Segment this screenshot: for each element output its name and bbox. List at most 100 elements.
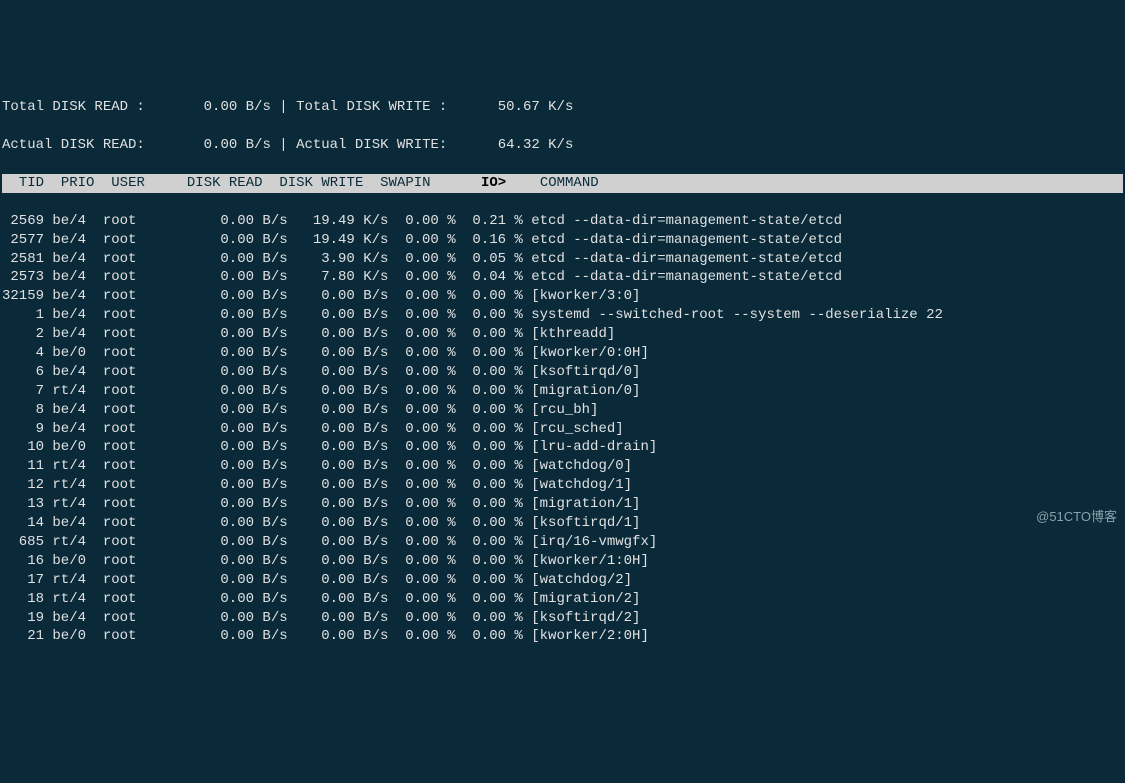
cell-user: root: [103, 287, 187, 306]
process-row[interactable]: 18 rt/4 root0.00 B/s0.00 B/s0.00 %0.00 %…: [2, 590, 1123, 609]
process-row[interactable]: 8 be/4 root0.00 B/s0.00 B/s0.00 %0.00 %[…: [2, 401, 1123, 420]
cell-prio: rt/4: [52, 457, 94, 476]
process-row[interactable]: 17 rt/4 root0.00 B/s0.00 B/s0.00 %0.00 %…: [2, 571, 1123, 590]
cell-tid: 16: [2, 552, 44, 571]
cell-disk-read: 0.00 B/s: [187, 325, 288, 344]
cell-io: 0.05 %: [456, 250, 523, 269]
cell-disk-write: 0.00 B/s: [288, 438, 389, 457]
process-row[interactable]: 12 rt/4 root0.00 B/s0.00 B/s0.00 %0.00 %…: [2, 476, 1123, 495]
column-header-row[interactable]: TID PRIO USER DISK READ DISK WRITE SWAPI…: [2, 174, 1123, 193]
cell-io: 0.21 %: [456, 212, 523, 231]
header-disk-write[interactable]: DISK WRITE: [279, 175, 363, 191]
cell-command: systemd --switched-root --system --deser…: [523, 306, 943, 325]
process-row[interactable]: 2581 be/4 root0.00 B/s3.90 K/s0.00 %0.05…: [2, 250, 1123, 269]
cell-command: [kthreadd]: [523, 325, 615, 344]
cell-io: 0.00 %: [456, 590, 523, 609]
cell-tid: 21: [2, 627, 44, 646]
process-row[interactable]: 685 rt/4 root0.00 B/s0.00 B/s0.00 %0.00 …: [2, 533, 1123, 552]
process-row[interactable]: 16 be/0 root0.00 B/s0.00 B/s0.00 %0.00 %…: [2, 552, 1123, 571]
cell-disk-write: 0.00 B/s: [288, 306, 389, 325]
header-command[interactable]: COMMAND: [540, 175, 599, 191]
cell-prio: be/4: [52, 401, 94, 420]
process-row[interactable]: 32159 be/4 root0.00 B/s0.00 B/s0.00 %0.0…: [2, 287, 1123, 306]
cell-disk-write: 0.00 B/s: [288, 457, 389, 476]
process-row[interactable]: 10 be/0 root0.00 B/s0.00 B/s0.00 %0.00 %…: [2, 438, 1123, 457]
process-row[interactable]: 6 be/4 root0.00 B/s0.00 B/s0.00 %0.00 %[…: [2, 363, 1123, 382]
process-row[interactable]: 4 be/0 root0.00 B/s0.00 B/s0.00 %0.00 %[…: [2, 344, 1123, 363]
cell-disk-read: 0.00 B/s: [187, 514, 288, 533]
cell-disk-write: 0.00 B/s: [288, 287, 389, 306]
cell-swapin: 0.00 %: [388, 306, 455, 325]
process-row[interactable]: 13 rt/4 root0.00 B/s0.00 B/s0.00 %0.00 %…: [2, 495, 1123, 514]
process-row[interactable]: 7 rt/4 root0.00 B/s0.00 B/s0.00 %0.00 %[…: [2, 382, 1123, 401]
process-row[interactable]: 11 rt/4 root0.00 B/s0.00 B/s0.00 %0.00 %…: [2, 457, 1123, 476]
header-swapin[interactable]: SWAPIN: [380, 175, 430, 191]
cell-command: [irq/16-vmwgfx]: [523, 533, 657, 552]
cell-swapin: 0.00 %: [388, 231, 455, 250]
process-row[interactable]: 2573 be/4 root0.00 B/s7.80 K/s0.00 %0.04…: [2, 268, 1123, 287]
cell-disk-read: 0.00 B/s: [187, 438, 288, 457]
cell-disk-read: 0.00 B/s: [187, 457, 288, 476]
process-row[interactable]: 14 be/4 root0.00 B/s0.00 B/s0.00 %0.00 %…: [2, 514, 1123, 533]
cell-user: root: [103, 609, 187, 628]
cell-command: [migration/0]: [523, 382, 641, 401]
header-tid[interactable]: TID: [19, 175, 44, 191]
cell-prio: be/0: [52, 627, 94, 646]
cell-io: 0.00 %: [456, 495, 523, 514]
cell-command: etcd --data-dir=management-state/etcd: [523, 250, 842, 269]
cell-tid: 6: [2, 363, 44, 382]
process-row[interactable]: 2569 be/4 root0.00 B/s19.49 K/s0.00 %0.2…: [2, 212, 1123, 231]
cell-user: root: [103, 438, 187, 457]
cell-disk-read: 0.00 B/s: [187, 571, 288, 590]
cell-tid: 32159: [2, 287, 44, 306]
cell-tid: 9: [2, 420, 44, 439]
cell-io: 0.00 %: [456, 457, 523, 476]
cell-prio: rt/4: [52, 495, 94, 514]
cell-disk-read: 0.00 B/s: [187, 231, 288, 250]
cell-io: 0.00 %: [456, 552, 523, 571]
header-io-sort[interactable]: IO>: [481, 175, 506, 191]
header-user[interactable]: USER: [111, 175, 145, 191]
cell-prio: be/4: [52, 250, 94, 269]
cell-disk-read: 0.00 B/s: [187, 590, 288, 609]
cell-user: root: [103, 268, 187, 287]
cell-command: [kworker/2:0H]: [523, 627, 649, 646]
cell-command: etcd --data-dir=management-state/etcd: [523, 231, 842, 250]
process-row[interactable]: 21 be/0 root0.00 B/s0.00 B/s0.00 %0.00 %…: [2, 627, 1123, 646]
process-row[interactable]: 1 be/4 root0.00 B/s0.00 B/s0.00 %0.00 %s…: [2, 306, 1123, 325]
header-disk-read[interactable]: DISK READ: [187, 175, 263, 191]
cell-prio: be/4: [52, 231, 94, 250]
cell-tid: 4: [2, 344, 44, 363]
cell-tid: 2577: [2, 231, 44, 250]
cell-disk-write: 0.00 B/s: [288, 382, 389, 401]
cell-user: root: [103, 476, 187, 495]
actual-write-value: 64.32 K/s: [498, 137, 574, 153]
process-row[interactable]: 2577 be/4 root0.00 B/s19.49 K/s0.00 %0.1…: [2, 231, 1123, 250]
cell-disk-read: 0.00 B/s: [187, 344, 288, 363]
cell-disk-write: 7.80 K/s: [288, 268, 389, 287]
cell-tid: 18: [2, 590, 44, 609]
cell-command: [rcu_bh]: [523, 401, 599, 420]
cell-disk-write: 0.00 B/s: [288, 571, 389, 590]
cell-io: 0.00 %: [456, 287, 523, 306]
cell-tid: 2581: [2, 250, 44, 269]
cell-user: root: [103, 457, 187, 476]
cell-user: root: [103, 533, 187, 552]
cell-prio: be/4: [52, 609, 94, 628]
cell-prio: rt/4: [52, 382, 94, 401]
cell-command: [ksoftirqd/1]: [523, 514, 641, 533]
process-row[interactable]: 2 be/4 root0.00 B/s0.00 B/s0.00 %0.00 %[…: [2, 325, 1123, 344]
cell-swapin: 0.00 %: [388, 590, 455, 609]
cell-io: 0.00 %: [456, 514, 523, 533]
process-row[interactable]: 19 be/4 root0.00 B/s0.00 B/s0.00 %0.00 %…: [2, 609, 1123, 628]
watermark: @51CTO博客: [1036, 508, 1117, 526]
actual-read-label: Actual DISK READ:: [2, 137, 145, 153]
process-row[interactable]: 9 be/4 root0.00 B/s0.00 B/s0.00 %0.00 %[…: [2, 420, 1123, 439]
header-prio[interactable]: PRIO: [61, 175, 95, 191]
cell-tid: 17: [2, 571, 44, 590]
cell-tid: 1: [2, 306, 44, 325]
cell-io: 0.00 %: [456, 363, 523, 382]
cell-tid: 13: [2, 495, 44, 514]
cell-disk-read: 0.00 B/s: [187, 627, 288, 646]
cell-command: [migration/2]: [523, 590, 641, 609]
